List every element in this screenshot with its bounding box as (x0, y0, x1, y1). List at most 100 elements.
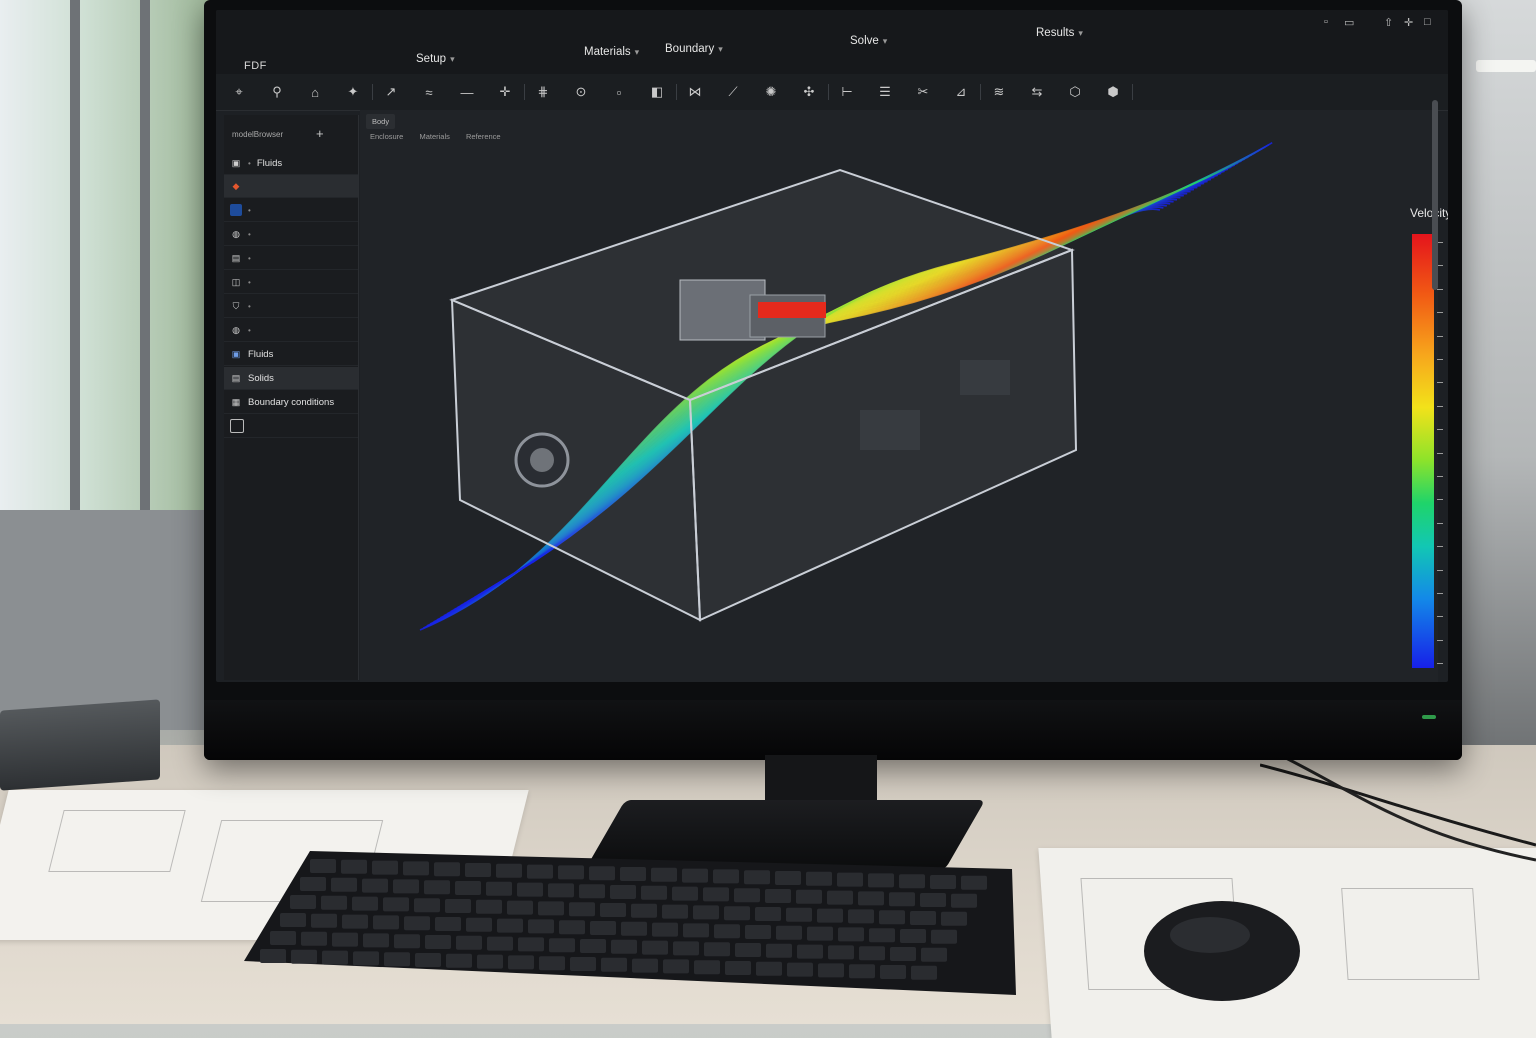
sensor-icon[interactable]: ⊙ (570, 81, 592, 103)
keyboard-key[interactable] (621, 921, 647, 936)
keyboard-key[interactable] (403, 861, 429, 876)
keyboard-key[interactable] (610, 885, 636, 899)
keyboard-key[interactable] (662, 904, 688, 919)
mirror-icon[interactable]: ⇆ (1026, 81, 1048, 103)
keyboard-key[interactable] (404, 916, 430, 931)
keyboard-key[interactable] (270, 931, 296, 945)
keyboard-key[interactable] (290, 895, 316, 909)
tree-item-sub[interactable]: ▤ • (224, 247, 358, 270)
keyboard-key[interactable] (352, 896, 378, 911)
keyboard-key[interactable] (807, 926, 833, 941)
keyboard-key[interactable] (642, 940, 668, 955)
keyboard-key[interactable] (673, 941, 699, 956)
keyboard-key[interactable] (735, 943, 761, 957)
keyboard-key[interactable] (879, 910, 905, 925)
menu-boundary[interactable]: Boundary ▾ (665, 43, 723, 55)
select-icon[interactable]: ⌖ (228, 81, 250, 103)
keyboard-key[interactable] (889, 892, 915, 907)
keyboard-key[interactable] (424, 880, 450, 895)
keyboard-key[interactable] (425, 935, 451, 949)
help-icon[interactable]: ✛ (1404, 16, 1413, 29)
keyboard-key[interactable] (869, 928, 895, 943)
keyboard-key[interactable] (682, 868, 708, 883)
keyboard-key[interactable] (703, 887, 729, 902)
keyboard-key[interactable] (507, 900, 533, 915)
menu-setup[interactable]: Setup ▾ (416, 53, 455, 65)
grid-icon[interactable]: ⋕ (532, 81, 554, 103)
axis-icon[interactable]: ✛ (494, 81, 516, 103)
keyboard-key[interactable] (435, 917, 461, 931)
line-icon[interactable]: — (456, 81, 478, 103)
keyboard-key[interactable] (859, 946, 885, 961)
keyboard-key[interactable] (693, 905, 719, 920)
3d-viewport[interactable]: Body Enclosure Materials Reference Veloc… (360, 110, 1448, 682)
keyboard-key[interactable] (910, 911, 936, 925)
keyboard-key[interactable] (899, 874, 925, 889)
keyboard-key[interactable] (930, 875, 956, 889)
keyboard-key[interactable] (734, 888, 760, 903)
keyboard-key[interactable] (931, 929, 957, 944)
keyboard-key[interactable] (620, 867, 646, 881)
mouse[interactable] (1140, 895, 1305, 1010)
tree-item-fluids[interactable]: ▣ • Fluids (224, 152, 358, 175)
tree-item-boundary-conditions[interactable]: ▦ Boundary conditions (224, 391, 358, 414)
mesh-icon[interactable]: ✦ (342, 81, 364, 103)
menu-solve[interactable]: Solve ▾ (850, 35, 887, 47)
pin-icon[interactable]: ⌂ (304, 81, 326, 103)
flow-icon[interactable]: ≈ (418, 81, 440, 103)
render-icon[interactable]: ⬢ (1102, 81, 1124, 103)
keyboard-key[interactable] (517, 882, 543, 897)
keyboard-key[interactable] (601, 957, 627, 972)
keyboard-key[interactable] (921, 947, 947, 962)
keyboard-key[interactable] (837, 872, 863, 887)
tree-item-sub[interactable]: ◆ (224, 175, 358, 198)
menu-results[interactable]: Results ▾ (1036, 27, 1083, 39)
keyboard-key[interactable] (755, 907, 781, 921)
keyboard-key[interactable] (961, 875, 987, 890)
keyboard-key[interactable] (787, 962, 813, 977)
keyboard-key[interactable] (291, 949, 317, 964)
keyboard-key[interactable] (848, 909, 874, 924)
keyboard-key[interactable] (827, 890, 853, 905)
keyboard-key[interactable] (300, 877, 326, 891)
keyboard-key[interactable] (528, 919, 554, 934)
keyboard-key[interactable] (868, 873, 894, 888)
keyboard-key[interactable] (527, 864, 553, 879)
keyboard-key[interactable] (766, 943, 792, 958)
keyboard-key[interactable] (508, 955, 534, 970)
arrow-icon[interactable]: ⟋ (722, 81, 744, 103)
keyboard-key[interactable] (322, 950, 348, 965)
checkbox-icon[interactable] (230, 419, 244, 433)
keyboard-key[interactable] (611, 939, 637, 954)
keyboard-key[interactable] (817, 908, 843, 923)
keyboard-key[interactable] (911, 965, 937, 980)
keyboard-key[interactable] (341, 859, 367, 874)
keyboard-key[interactable] (632, 958, 658, 973)
restore-icon[interactable]: ▭ (1344, 16, 1354, 29)
keyboard-key[interactable] (890, 947, 916, 961)
keyboard-key[interactable] (445, 899, 471, 913)
keyboard-key[interactable] (394, 934, 420, 949)
keyboard-key[interactable] (476, 899, 502, 914)
keyboard-key[interactable] (321, 895, 347, 910)
keyboard-key[interactable] (838, 927, 864, 942)
keyboard-key[interactable] (786, 907, 812, 922)
keyboard-key[interactable] (704, 942, 730, 957)
keyboard-key[interactable] (580, 939, 606, 953)
keyboard-key[interactable] (631, 903, 657, 918)
keyboard-key[interactable] (456, 935, 482, 950)
minimize-icon[interactable]: ▫ (1324, 16, 1328, 28)
keyboard-key[interactable] (714, 924, 740, 939)
keyboard-key[interactable] (569, 902, 595, 917)
keyboard-key[interactable] (858, 891, 884, 906)
stack-icon[interactable]: ☰ (874, 81, 896, 103)
keyboard-key[interactable] (600, 903, 626, 917)
keyboard-key[interactable] (487, 936, 513, 951)
keyboard-key[interactable] (683, 923, 709, 938)
vector-icon[interactable]: ↗ (380, 81, 402, 103)
tree-item-sub[interactable]: ◍ • (224, 319, 358, 342)
keyboard-key[interactable] (434, 862, 460, 877)
keyboard-key[interactable] (797, 944, 823, 959)
add-icon[interactable]: + (316, 126, 324, 141)
tree-item-sub[interactable]: ◍ • (224, 223, 358, 246)
